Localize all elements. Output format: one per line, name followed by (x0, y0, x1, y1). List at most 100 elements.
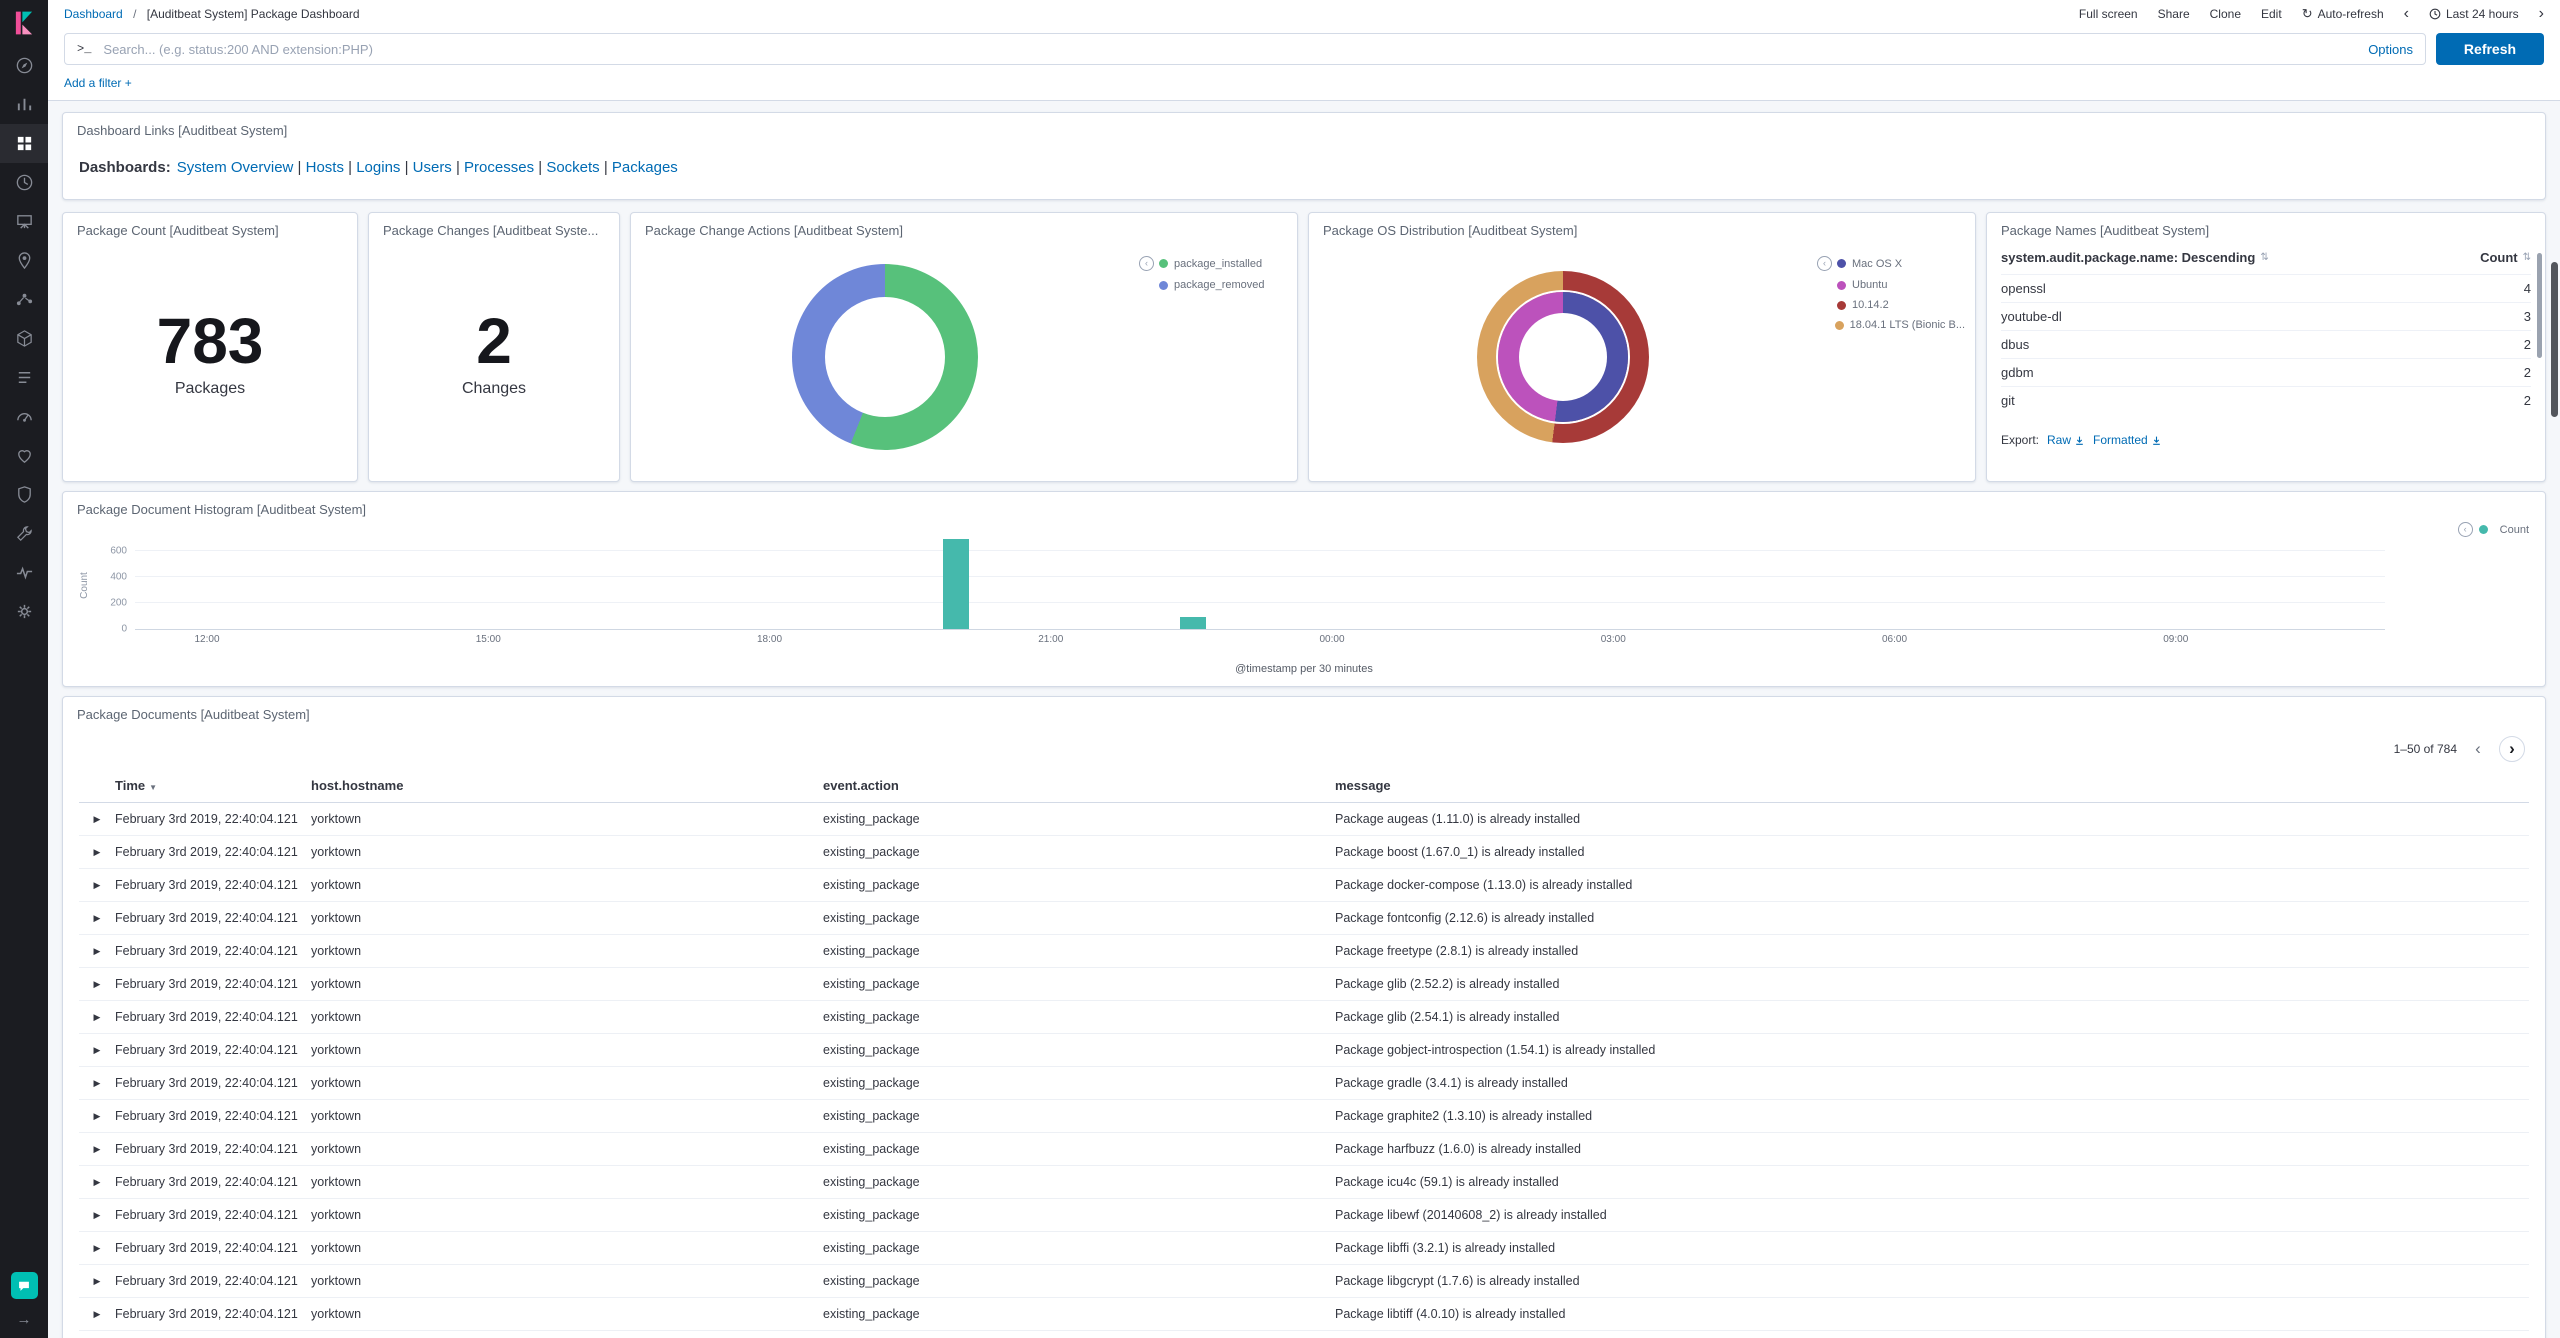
legend-item[interactable]: package_removed (1139, 279, 1287, 291)
legend-item[interactable]: ‹ Mac OS X (1817, 256, 1965, 271)
os-distribution-donut-chart[interactable] (1477, 271, 1649, 443)
nav-discover-icon[interactable] (0, 46, 48, 85)
top-menu-item[interactable]: Share (2158, 7, 2190, 21)
legend-item[interactable]: ‹ package_installed (1139, 256, 1287, 271)
expand-row-icon[interactable]: ▶ (79, 847, 115, 858)
column-header-event[interactable]: event.action (823, 778, 1335, 793)
expand-row-icon[interactable]: ▶ (79, 1276, 115, 1287)
expand-row-icon[interactable]: ▶ (79, 1078, 115, 1089)
auto-refresh-button[interactable]: ↻ Auto-refresh (2302, 6, 2384, 22)
table-row[interactable]: ▶February 3rd 2019, 22:40:04.121yorktown… (79, 935, 2529, 968)
table-row[interactable]: ▶February 3rd 2019, 22:40:04.121yorktown… (79, 902, 2529, 935)
nav-visualize-icon[interactable] (0, 85, 48, 124)
expand-row-icon[interactable]: ▶ (79, 1111, 115, 1122)
time-back-button[interactable]: ‹ (2404, 5, 2409, 22)
nav-logs-icon[interactable] (0, 358, 48, 397)
add-filter-button[interactable]: Add a filter + (64, 76, 132, 90)
nav-management-icon[interactable] (0, 592, 48, 631)
table-row[interactable]: git 2 (2001, 386, 2531, 414)
previous-page-button[interactable]: ‹ (2465, 736, 2491, 762)
nav-monitoring-icon[interactable] (0, 553, 48, 592)
export-raw-link[interactable]: Raw (2047, 433, 2085, 447)
expand-row-icon[interactable]: ▶ (79, 1243, 115, 1254)
legend-item[interactable]: 10.14.2 (1817, 299, 1965, 311)
top-menu-item[interactable]: Clone (2210, 7, 2241, 21)
time-picker-button[interactable]: Last 24 hours (2429, 7, 2519, 21)
expand-row-icon[interactable]: ▶ (79, 1210, 115, 1221)
nav-siem-icon[interactable] (0, 475, 48, 514)
dashboard-link[interactable]: Logins (356, 159, 400, 176)
expand-row-icon[interactable]: ▶ (79, 1177, 115, 1188)
legend-toggle-icon[interactable]: ‹ (2457, 522, 2473, 537)
search-input[interactable]: >_ Search... (e.g. status:200 AND extens… (64, 33, 2426, 65)
table-row[interactable]: ▶February 3rd 2019, 22:40:04.121yorktown… (79, 1331, 2529, 1338)
table-row[interactable]: ▶February 3rd 2019, 22:40:04.121yorktown… (79, 1265, 2529, 1298)
table-row[interactable]: ▶February 3rd 2019, 22:40:04.121yorktown… (79, 803, 2529, 836)
nav-dashboard-icon[interactable] (0, 124, 48, 163)
table-row[interactable]: youtube-dl 3 (2001, 302, 2531, 330)
expand-row-icon[interactable]: ▶ (79, 814, 115, 825)
table-row[interactable]: ▶February 3rd 2019, 22:40:04.121yorktown… (79, 1166, 2529, 1199)
breadcrumb-dashboard-link[interactable]: Dashboard (64, 7, 123, 21)
table-row[interactable]: ▶February 3rd 2019, 22:40:04.121yorktown… (79, 1199, 2529, 1232)
legend-item[interactable]: Ubuntu (1817, 279, 1965, 291)
table-row[interactable]: gdbm 2 (2001, 358, 2531, 386)
legend-item[interactable]: 18.04.1 LTS (Bionic B... (1817, 319, 1965, 331)
legend-label[interactable]: Count (2500, 524, 2529, 536)
collapse-nav-icon[interactable]: → (17, 1311, 32, 1328)
table-row[interactable]: ▶February 3rd 2019, 22:40:04.121yorktown… (79, 968, 2529, 1001)
table-row[interactable]: ▶February 3rd 2019, 22:40:04.121yorktown… (79, 836, 2529, 869)
sort-icon[interactable]: ⇅ (2523, 252, 2531, 263)
nav-dev-tools-icon[interactable] (0, 514, 48, 553)
nav-infrastructure-icon[interactable] (0, 319, 48, 358)
query-options-button[interactable]: Options (2368, 42, 2413, 57)
histogram-bar[interactable] (1179, 617, 1206, 629)
table-row[interactable]: ▶February 3rd 2019, 22:40:04.121yorktown… (79, 1232, 2529, 1265)
histogram-bar[interactable] (943, 538, 970, 629)
expand-row-icon[interactable]: ▶ (79, 913, 115, 924)
table-row[interactable]: ▶February 3rd 2019, 22:40:04.121yorktown… (79, 1133, 2529, 1166)
panel-scrollbar[interactable] (2537, 253, 2542, 358)
expand-row-icon[interactable]: ▶ (79, 880, 115, 891)
expand-row-icon[interactable]: ▶ (79, 1309, 115, 1320)
table-row[interactable]: dbus 2 (2001, 330, 2531, 358)
nav-uptime-icon[interactable] (0, 436, 48, 475)
column-header-name[interactable]: system.audit.package.name: Descending (2001, 250, 2255, 265)
column-header-count[interactable]: Count (2480, 250, 2518, 265)
dashboard-link[interactable]: Processes (464, 159, 534, 176)
expand-row-icon[interactable]: ▶ (79, 1144, 115, 1155)
nav-maps-icon[interactable] (0, 241, 48, 280)
column-header-time[interactable]: Time ▼ (115, 778, 311, 793)
feedback-button[interactable] (10, 1272, 38, 1299)
top-menu-item[interactable]: Full screen (2079, 7, 2138, 21)
dashboard-link[interactable]: Users (413, 159, 452, 176)
table-row[interactable]: ▶February 3rd 2019, 22:40:04.121yorktown… (79, 1298, 2529, 1331)
legend-toggle-icon[interactable]: ‹ (1139, 256, 1154, 271)
sort-icon[interactable]: ⇅ (2260, 252, 2268, 263)
kibana-logo[interactable] (0, 0, 48, 46)
expand-row-icon[interactable]: ▶ (79, 946, 115, 957)
next-page-button[interactable]: › (2499, 736, 2525, 762)
table-row[interactable]: ▶February 3rd 2019, 22:40:04.121yorktown… (79, 1067, 2529, 1100)
page-scrollbar[interactable] (2551, 262, 2558, 417)
time-forward-button[interactable]: › (2539, 5, 2544, 22)
table-row[interactable]: openssl 4 (2001, 274, 2531, 302)
change-actions-donut-chart[interactable] (792, 264, 978, 450)
expand-row-icon[interactable]: ▶ (79, 979, 115, 990)
nav-machine-learning-icon[interactable] (0, 280, 48, 319)
dashboard-link[interactable]: Hosts (306, 159, 344, 176)
refresh-button[interactable]: Refresh (2436, 33, 2544, 65)
nav-timelion-icon[interactable] (0, 163, 48, 202)
table-row[interactable]: ▶February 3rd 2019, 22:40:04.121yorktown… (79, 1034, 2529, 1067)
expand-row-icon[interactable]: ▶ (79, 1012, 115, 1023)
table-row[interactable]: ▶February 3rd 2019, 22:40:04.121yorktown… (79, 869, 2529, 902)
column-header-message[interactable]: message (1335, 778, 2529, 793)
top-menu-item[interactable]: Edit (2261, 7, 2282, 21)
export-formatted-link[interactable]: Formatted (2093, 433, 2162, 447)
expand-row-icon[interactable]: ▶ (79, 1045, 115, 1056)
dashboard-link[interactable]: System Overview (177, 159, 294, 176)
legend-toggle-icon[interactable]: ‹ (1817, 256, 1832, 271)
table-row[interactable]: ▶February 3rd 2019, 22:40:04.121yorktown… (79, 1100, 2529, 1133)
dashboard-link[interactable]: Packages (612, 159, 678, 176)
column-header-host[interactable]: host.hostname (311, 778, 823, 793)
